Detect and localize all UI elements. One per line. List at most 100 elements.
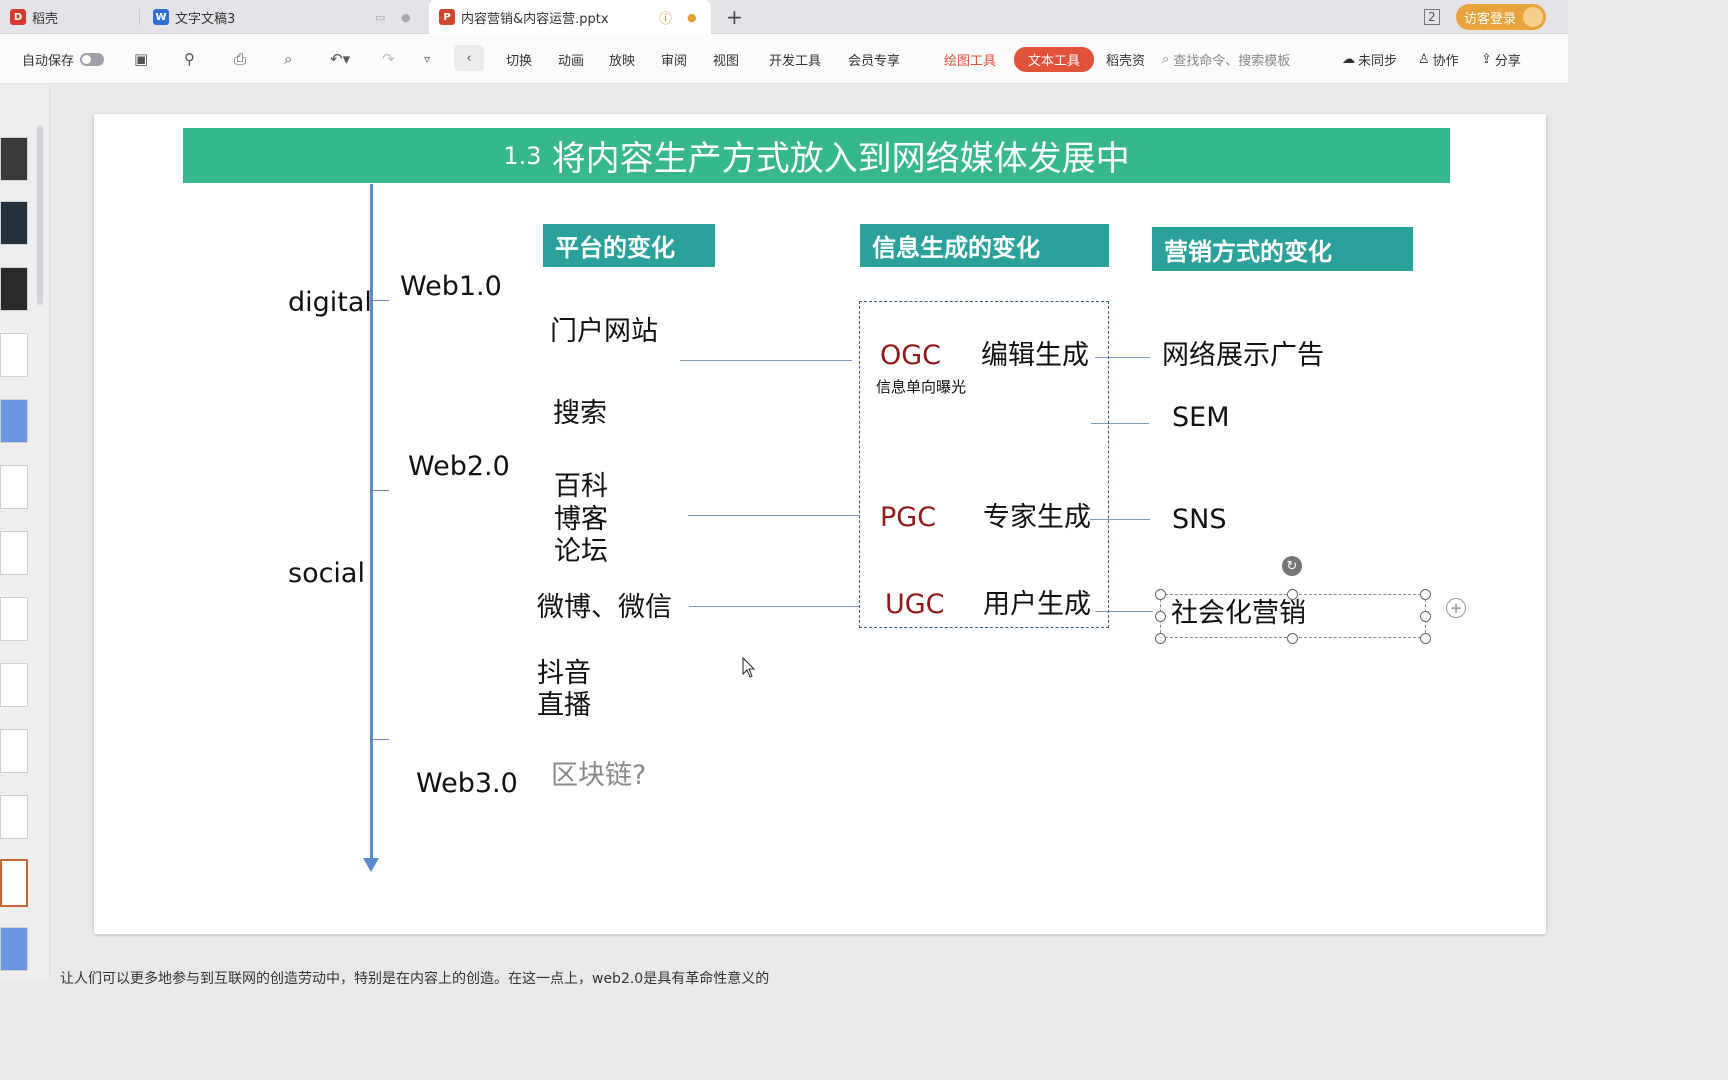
slide-thumbnail[interactable] xyxy=(0,267,28,311)
slide-thumbnail[interactable] xyxy=(0,597,28,641)
platform-search[interactable]: 搜索 xyxy=(553,398,607,430)
resize-handle[interactable] xyxy=(1420,633,1431,644)
slide-thumbnail[interactable] xyxy=(0,927,28,971)
tab-draw-tool[interactable]: 绘图工具 xyxy=(944,34,996,84)
collapse-ribbon-button[interactable]: ‹ xyxy=(454,45,484,71)
slide-thumbnail[interactable] xyxy=(0,399,28,443)
slide-thumbnail[interactable] xyxy=(0,201,28,245)
connector-line xyxy=(688,515,860,516)
dot-icon: ● xyxy=(401,10,411,24)
menu-daoke[interactable]: 稻壳资 xyxy=(1106,34,1146,84)
menu-slideshow[interactable]: 放映 xyxy=(609,34,635,84)
info-ugc[interactable]: UGC xyxy=(885,589,945,621)
marketing-social[interactable]: 社会化营销 xyxy=(1171,598,1306,630)
undo-icon[interactable]: ↶▾ xyxy=(330,34,350,84)
era-digital[interactable]: digital xyxy=(288,287,372,319)
rotate-handle-icon[interactable]: ↻ xyxy=(1282,556,1302,576)
header-marketing[interactable]: 营销方式的变化 xyxy=(1152,227,1413,271)
slide-thumbnail[interactable] xyxy=(0,465,28,509)
command-search[interactable]: ⌕ 查找命令、搜索模板 xyxy=(1162,34,1290,84)
menu-member[interactable]: 会员专享 xyxy=(848,34,900,84)
era-web2[interactable]: Web2.0 xyxy=(408,451,510,483)
platform-weibo[interactable]: 微博、微信 xyxy=(537,592,672,624)
autosave-toggle[interactable]: 自动保存 xyxy=(22,34,105,84)
slide-thumbnail[interactable] xyxy=(0,663,28,707)
tab-pptx[interactable]: P 内容营销&内容运营.pptx ⓘ ● xyxy=(429,0,711,34)
format-painter-icon[interactable]: ⚲ xyxy=(184,34,195,84)
slide-title[interactable]: 1.3 将内容生产方式放入到网络媒体发展中 xyxy=(183,128,1450,183)
info-ogc[interactable]: OGC xyxy=(880,340,941,372)
tab-text-tool[interactable]: 文本工具 xyxy=(1014,34,1095,84)
speaker-notes[interactable]: 让人们可以更多地参与到互联网的创造劳动中，特别是在内容上的创造。在这一点上，we… xyxy=(60,968,769,988)
info-ogc-gen[interactable]: 编辑生成 xyxy=(981,340,1089,372)
platform-blockchain[interactable]: 区块链? xyxy=(551,760,646,792)
toggle-switch[interactable] xyxy=(80,52,105,66)
print-icon[interactable]: ⎙ xyxy=(234,34,246,84)
platform-douyin[interactable]: 抖音 xyxy=(537,658,591,690)
platform-live[interactable]: 直播 xyxy=(537,690,591,722)
resize-handle[interactable] xyxy=(1287,589,1298,600)
redo-icon[interactable]: ↷ xyxy=(382,34,395,84)
tab-divider xyxy=(139,9,140,25)
add-element-icon[interactable]: + xyxy=(1446,598,1466,618)
menu-animation[interactable]: 动画 xyxy=(558,34,584,84)
tab-document3[interactable]: W 文字文稿3 ▭ ● xyxy=(143,0,423,34)
share-button[interactable]: ⇪ 分享 xyxy=(1481,34,1521,84)
tab-label: 文字文稿3 xyxy=(175,11,236,27)
era-web1[interactable]: Web1.0 xyxy=(400,271,502,303)
tick-web3 xyxy=(373,739,389,740)
header-platform[interactable]: 平台的变化 xyxy=(543,224,715,267)
collab-button[interactable]: ♙ 协作 xyxy=(1418,34,1459,84)
platform-forum[interactable]: 论坛 xyxy=(554,536,608,568)
more-icon[interactable]: ▿ xyxy=(424,34,430,84)
toolbar: 自动保存 ▣ ⚲ ⎙ ⌕ ↶▾ ↷ ▿ 切换 动画 放映 审阅 视图 开发工具 … xyxy=(0,34,1568,84)
slide-thumbnail[interactable] xyxy=(0,137,28,181)
platform-blog[interactable]: 博客 xyxy=(554,504,608,536)
menu-view[interactable]: 视图 xyxy=(713,34,739,84)
timeline-arrow xyxy=(363,858,379,872)
tab-daoke[interactable]: D 稻壳 xyxy=(0,0,138,34)
platform-baike[interactable]: 百科 xyxy=(554,471,608,503)
slide-canvas[interactable]: 1.3 将内容生产方式放入到网络媒体发展中 平台的变化 信息生成的变化 营销方式… xyxy=(94,114,1546,934)
daoke-icon: D xyxy=(10,9,26,25)
menu-switch[interactable]: 切换 xyxy=(506,34,532,84)
avatar xyxy=(1523,7,1543,27)
slide-thumbnail-current[interactable] xyxy=(0,859,28,907)
save-icon[interactable]: ▣ xyxy=(134,34,148,84)
connector-line xyxy=(689,606,860,607)
page-count-badge[interactable]: 2 xyxy=(1414,0,1450,34)
resize-handle[interactable] xyxy=(1155,633,1166,644)
info-pgc[interactable]: PGC xyxy=(880,502,936,534)
resize-handle[interactable] xyxy=(1155,589,1166,600)
panel-scrollbar[interactable] xyxy=(37,125,43,305)
resize-handle[interactable] xyxy=(1155,611,1166,622)
resize-handle[interactable] xyxy=(1420,589,1431,600)
info-ugc-gen[interactable]: 用户生成 xyxy=(983,589,1091,621)
era-social[interactable]: social xyxy=(288,558,365,590)
sync-button[interactable]: ☁ 未同步 xyxy=(1342,34,1397,84)
info-ogc-note[interactable]: 信息单向曝光 xyxy=(876,378,966,396)
chevron-left-icon: ‹ xyxy=(466,50,472,66)
slide-thumbnail[interactable] xyxy=(0,795,28,839)
marketing-sns[interactable]: SNS xyxy=(1172,504,1226,536)
info-pgc-gen[interactable]: 专家生成 xyxy=(983,502,1091,534)
resize-handle[interactable] xyxy=(1287,633,1298,644)
unsaved-dot-icon: ● xyxy=(687,10,697,24)
slide-thumbnail[interactable] xyxy=(0,531,28,575)
slide-thumbnail-panel xyxy=(0,85,50,980)
preview-icon[interactable]: ⌕ xyxy=(284,34,292,84)
slide-thumbnail[interactable] xyxy=(0,333,28,377)
era-web3[interactable]: Web3.0 xyxy=(416,768,518,800)
platform-portal[interactable]: 门户网站 xyxy=(550,316,658,348)
new-tab-button[interactable]: + xyxy=(716,0,746,34)
menu-devtools[interactable]: 开发工具 xyxy=(769,34,821,84)
tab-bar: D 稻壳 W 文字文稿3 ▭ ● P 内容营销&内容运营.pptx ⓘ ● + … xyxy=(0,0,1568,34)
resize-handle[interactable] xyxy=(1420,611,1431,622)
marketing-display-ad[interactable]: 网络展示广告 xyxy=(1162,340,1324,372)
login-button[interactable]: 访客登录 xyxy=(1456,4,1546,30)
menu-review[interactable]: 审阅 xyxy=(661,34,687,84)
slide-thumbnail[interactable] xyxy=(0,729,28,773)
header-info[interactable]: 信息生成的变化 xyxy=(860,224,1109,267)
connector-line xyxy=(680,360,852,361)
marketing-sem[interactable]: SEM xyxy=(1172,402,1230,434)
